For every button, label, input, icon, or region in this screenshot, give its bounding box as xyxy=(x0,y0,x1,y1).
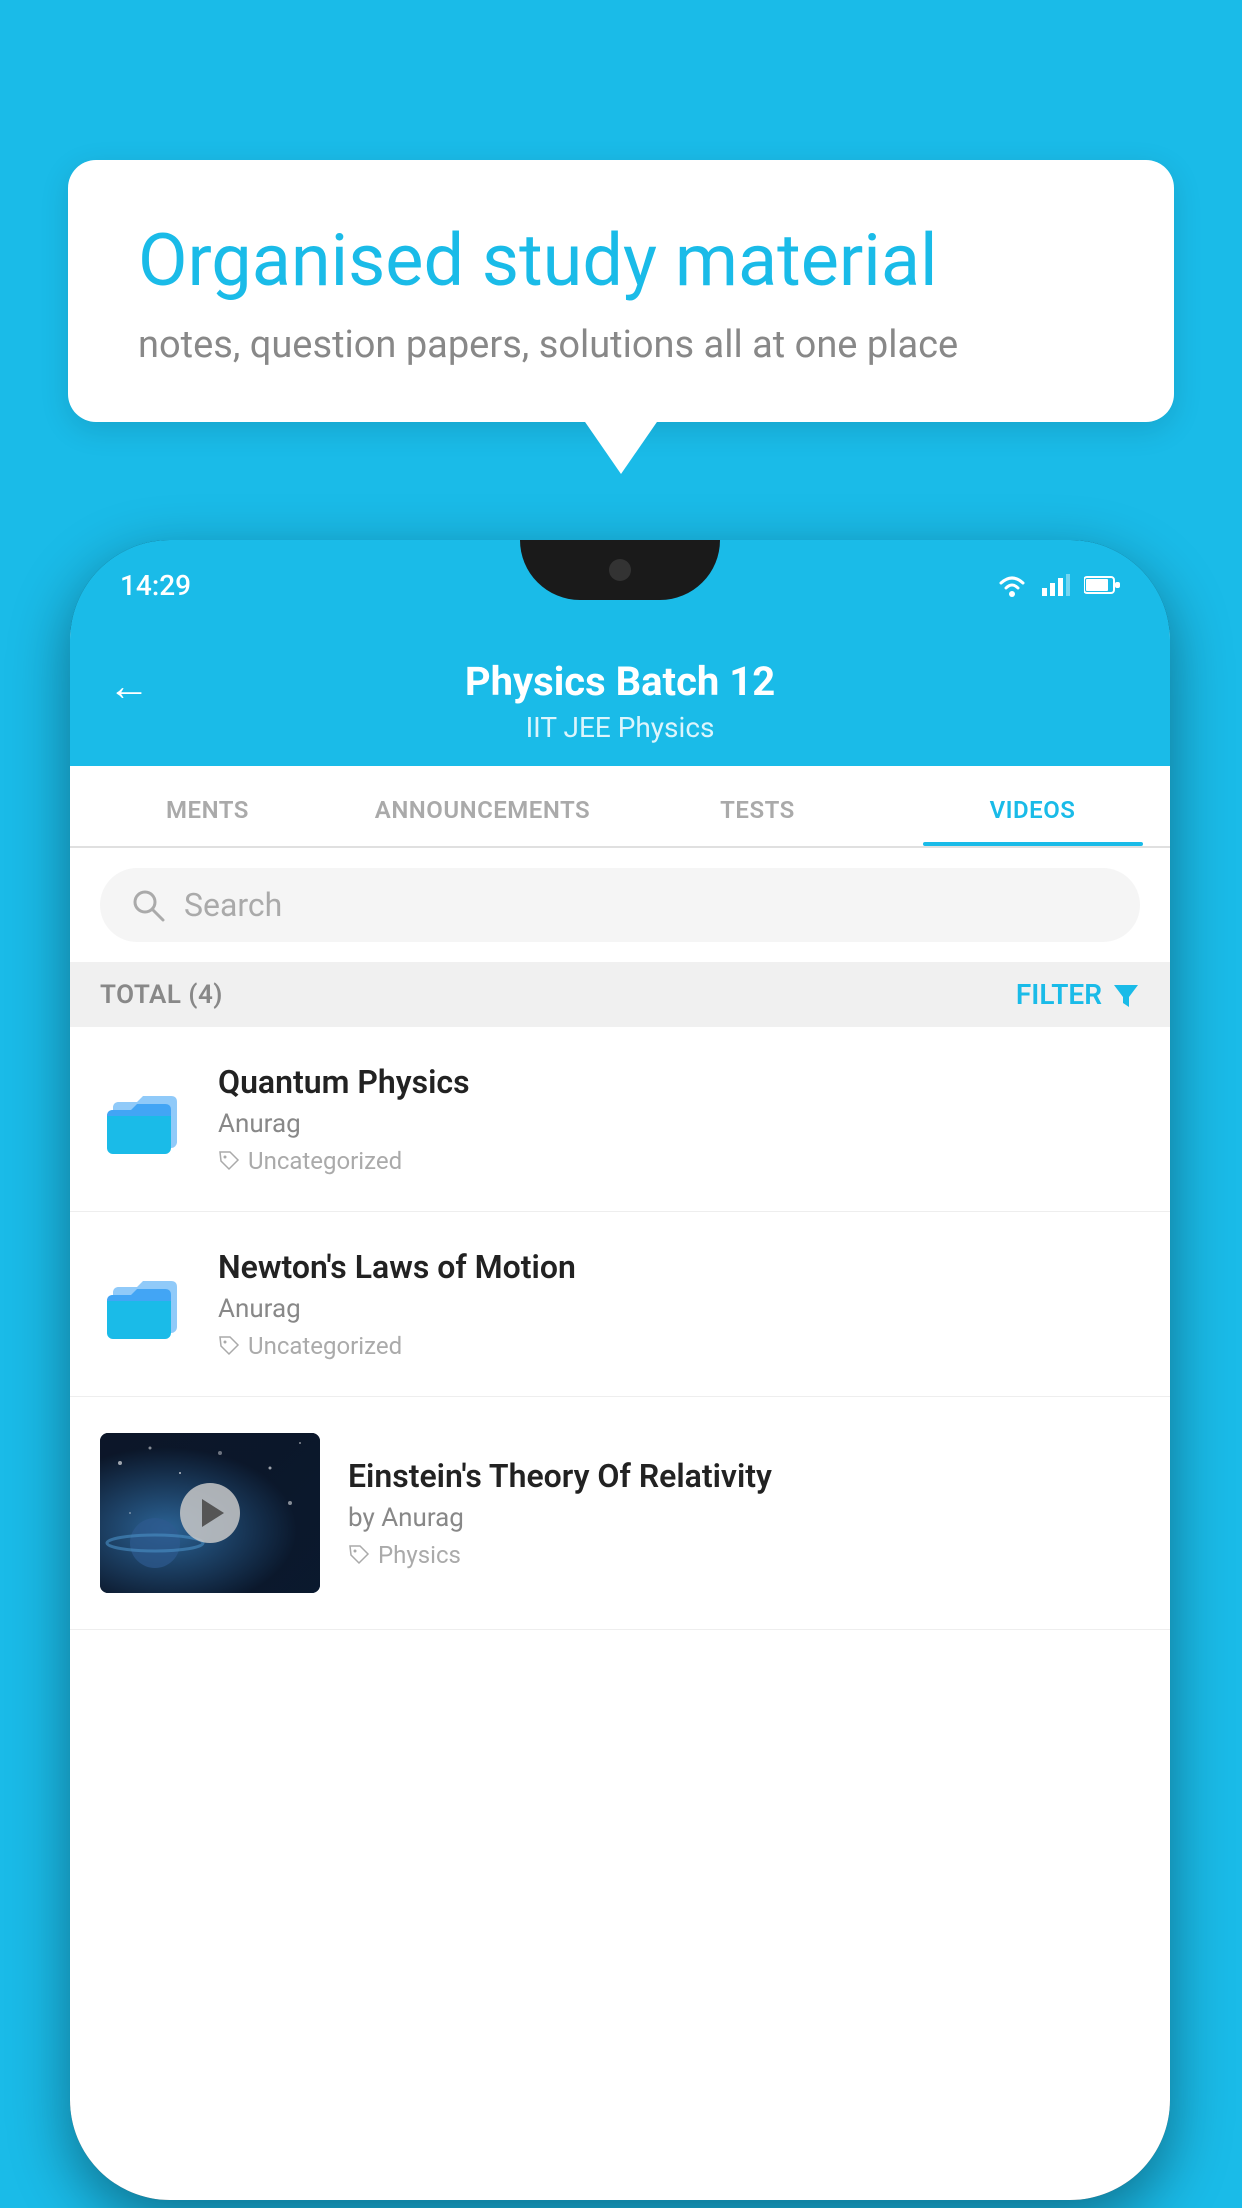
wifi-icon xyxy=(996,572,1028,598)
header-subtitle: IIT JEE Physics xyxy=(526,711,715,744)
back-button[interactable]: ← xyxy=(108,662,150,711)
filter-button[interactable]: FILTER xyxy=(1016,978,1140,1011)
tag-label: Physics xyxy=(378,1541,461,1569)
tag-label: Uncategorized xyxy=(248,1332,402,1360)
video-title: Einstein's Theory Of Relativity xyxy=(348,1457,1140,1495)
video-info: Einstein's Theory Of Relativity by Anura… xyxy=(348,1457,1140,1569)
status-icons xyxy=(996,572,1120,598)
video-author: Anurag xyxy=(218,1109,1140,1139)
speech-bubble: Organised study material notes, question… xyxy=(68,160,1174,422)
video-info: Newton's Laws of Motion Anurag Uncategor… xyxy=(218,1248,1140,1360)
play-triangle-icon xyxy=(202,1499,224,1527)
battery-icon xyxy=(1084,575,1120,595)
filter-funnel-icon xyxy=(1112,981,1140,1009)
app-header: ← Physics Batch 12 IIT JEE Physics xyxy=(70,630,1170,766)
status-time: 14:29 xyxy=(120,569,191,602)
tab-tests[interactable]: TESTS xyxy=(620,766,895,846)
notch xyxy=(520,540,720,600)
folder-icon-wrapper xyxy=(100,1259,190,1349)
status-bar: 14:29 xyxy=(70,540,1170,630)
filter-label: FILTER xyxy=(1016,978,1102,1011)
video-tag: Physics xyxy=(348,1541,1140,1569)
video-tag: Uncategorized xyxy=(218,1332,1140,1360)
folder-icon-wrapper xyxy=(100,1074,190,1164)
video-author: Anurag xyxy=(218,1294,1140,1324)
signal-icon xyxy=(1042,574,1070,596)
list-item[interactable]: Einstein's Theory Of Relativity by Anura… xyxy=(70,1397,1170,1630)
video-thumbnail[interactable] xyxy=(100,1433,320,1593)
tab-announcements[interactable]: ANNOUNCEMENTS xyxy=(345,766,620,846)
filter-bar: TOTAL (4) FILTER xyxy=(70,962,1170,1027)
tag-label: Uncategorized xyxy=(248,1147,402,1175)
video-author: by Anurag xyxy=(348,1503,1140,1533)
header-title: Physics Batch 12 xyxy=(465,658,775,705)
tag-icon xyxy=(348,1544,370,1566)
bubble-title: Organised study material xyxy=(138,220,1104,303)
camera-dot xyxy=(609,559,631,581)
folder-icon xyxy=(105,1082,185,1157)
list-item[interactable]: Quantum Physics Anurag Uncategorized xyxy=(70,1027,1170,1212)
phone-content: ← Physics Batch 12 IIT JEE Physics MENTS… xyxy=(70,630,1170,2200)
list-item[interactable]: Newton's Laws of Motion Anurag Uncategor… xyxy=(70,1212,1170,1397)
video-list: Quantum Physics Anurag Uncategorized xyxy=(70,1027,1170,1630)
tab-videos[interactable]: VIDEOS xyxy=(895,766,1170,846)
video-info: Quantum Physics Anurag Uncategorized xyxy=(218,1063,1140,1175)
video-tag: Uncategorized xyxy=(218,1147,1140,1175)
play-button[interactable] xyxy=(180,1483,240,1543)
video-title: Quantum Physics xyxy=(218,1063,1140,1101)
folder-icon xyxy=(105,1267,185,1342)
bubble-subtitle: notes, question papers, solutions all at… xyxy=(138,323,1104,367)
tag-icon xyxy=(218,1335,240,1357)
video-title: Newton's Laws of Motion xyxy=(218,1248,1140,1286)
search-icon xyxy=(130,887,166,923)
tag-icon xyxy=(218,1150,240,1172)
tab-ments[interactable]: MENTS xyxy=(70,766,345,846)
phone-shell: 14:29 xyxy=(70,540,1170,2200)
search-placeholder: Search xyxy=(184,886,282,924)
search-box[interactable]: Search xyxy=(100,868,1140,942)
total-count: TOTAL (4) xyxy=(100,980,223,1010)
search-container: Search xyxy=(70,848,1170,962)
tabs-bar: MENTS ANNOUNCEMENTS TESTS VIDEOS xyxy=(70,766,1170,848)
